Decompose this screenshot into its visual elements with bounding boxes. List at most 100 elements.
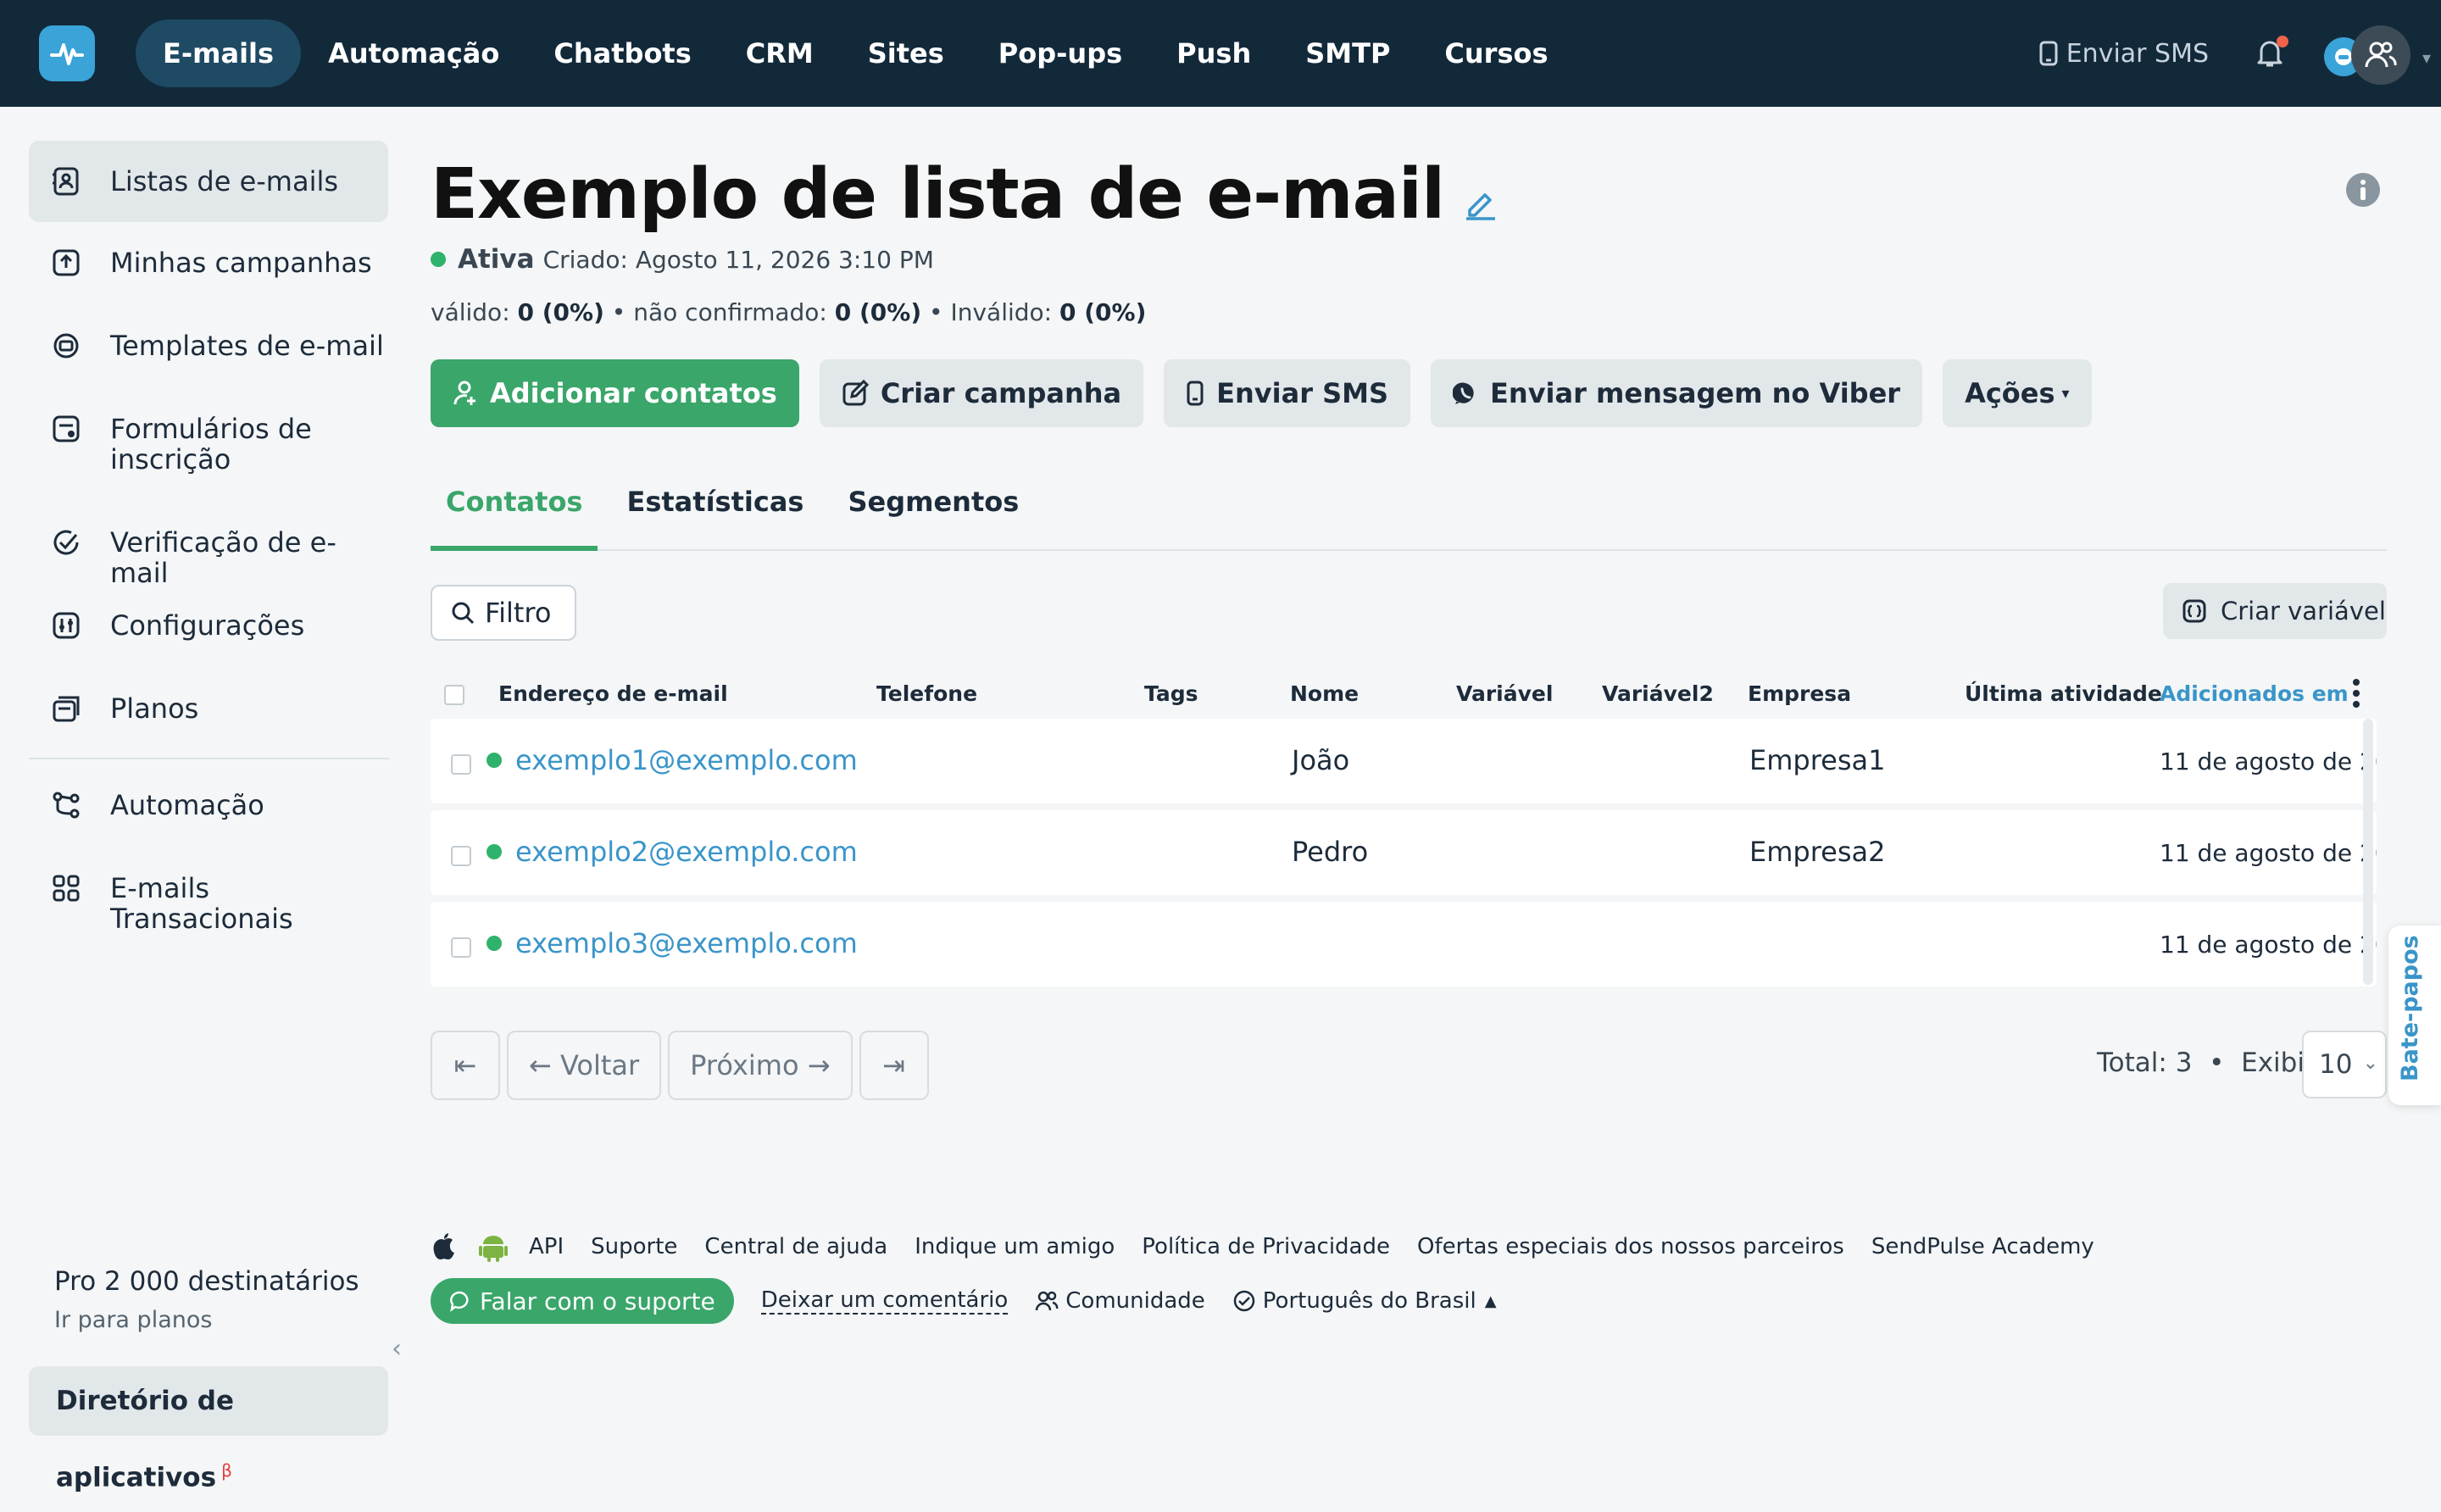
footer-link-support[interactable]: Suporte [591, 1234, 677, 1259]
nav-popups[interactable]: Pop-ups [971, 19, 1149, 87]
contact-email[interactable]: exemplo2@exemplo.com [487, 836, 858, 868]
col-last-activity[interactable]: Última atividade [1965, 681, 2162, 706]
sidebar-item-label: Automação [110, 789, 264, 821]
table-row[interactable]: exemplo3@exemplo.com 11 de agosto de 202… [431, 902, 2377, 987]
nav-automation[interactable]: Automação [301, 19, 526, 87]
sidebar-item-automation[interactable]: Automação [29, 790, 388, 820]
support-chat-button[interactable]: Falar com o suporte [431, 1278, 734, 1324]
col-company[interactable]: Empresa [1748, 681, 1851, 706]
notifications-bell[interactable] [2256, 36, 2288, 68]
status-dot [487, 936, 502, 951]
send-sms-link[interactable]: Enviar SMS [2039, 39, 2209, 69]
per-page-select[interactable]: 10 ⌄ [2302, 1031, 2387, 1098]
select-all-checkbox[interactable] [444, 685, 464, 705]
sidebar-item-settings[interactable]: Configurações [29, 610, 388, 641]
chat-tab[interactable]: Bate-papos [2388, 926, 2441, 1105]
sidebar-item-forms[interactable]: Formulários de inscrição [29, 414, 351, 475]
table-scrollbar[interactable] [2363, 719, 2373, 985]
tab-segments[interactable]: Segmentos [832, 478, 1034, 551]
col-name[interactable]: Nome [1290, 681, 1359, 706]
app-directory-button[interactable]: Diretório de aplicativos β [29, 1366, 388, 1493]
nav-crm[interactable]: CRM [719, 19, 841, 87]
more-vertical-icon[interactable] [2351, 678, 2361, 709]
pencil-icon[interactable] [1463, 186, 1497, 220]
create-variable-button[interactable]: Criar variável [2163, 583, 2387, 639]
status-badge: Ativa [458, 244, 535, 275]
chevron-down-icon: ▾ [2061, 384, 2070, 403]
footer-link-help[interactable]: Central de ajuda [704, 1234, 887, 1259]
tab-contacts[interactable]: Contatos [431, 478, 598, 551]
footer-link-api[interactable]: API [529, 1234, 564, 1259]
table-row[interactable]: exemplo1@exemplo.com João Empresa1 11 de… [431, 719, 2377, 803]
sidebar-item-label: E-mails Transacionais [110, 872, 293, 935]
nav-chatbots[interactable]: Chatbots [526, 19, 718, 87]
nav-courses[interactable]: Cursos [1417, 19, 1575, 87]
collapse-sidebar-icon[interactable]: ‹ [392, 1334, 402, 1364]
nav-emails[interactable]: E-mails [136, 19, 302, 87]
sidebar-item-campaigns[interactable]: Minhas campanhas [29, 247, 388, 278]
footer-link-academy[interactable]: SendPulse Academy [1871, 1234, 2094, 1259]
app-directory-label: Diretório de aplicativos [56, 1386, 235, 1493]
col-variable2[interactable]: Variável2 [1602, 681, 1714, 706]
sendpulse-logo[interactable] [39, 25, 95, 81]
community-link[interactable]: Comunidade [1035, 1288, 1205, 1314]
first-page-button[interactable]: ⇤ [431, 1031, 500, 1100]
account-menu[interactable]: ▾ [2324, 22, 2431, 85]
go-to-plans-link[interactable]: Ir para planos [54, 1307, 212, 1333]
add-user-icon [453, 381, 475, 405]
chevron-down-icon: ⌄ [2362, 1053, 2378, 1074]
android-icon[interactable] [478, 1231, 509, 1263]
footer-link-referral[interactable]: Indique um amigo [915, 1234, 1115, 1259]
last-page-button[interactable]: ⇥ [859, 1031, 929, 1100]
sidebar-item-plans[interactable]: Planos [29, 693, 388, 724]
leave-comment-link[interactable]: Deixar um comentário [760, 1287, 1009, 1315]
grid-icon [53, 875, 80, 902]
sidebar-item-label: Planos [110, 692, 199, 725]
send-viber-button[interactable]: Enviar mensagem no Viber [1431, 359, 1923, 427]
info-icon[interactable] [2344, 171, 2382, 208]
contact-email[interactable]: exemplo1@exemplo.com [487, 744, 858, 776]
filter-button[interactable]: Filtro [431, 585, 576, 641]
pagination: ⇤ ← Voltar Próximo → ⇥ [431, 1031, 936, 1100]
add-contacts-button[interactable]: Adicionar contatos [431, 359, 799, 427]
email-text: exemplo3@exemplo.com [515, 927, 858, 959]
viber-icon [1453, 382, 1474, 404]
sidebar-item-verification[interactable]: Verificação de e-mail [29, 527, 388, 588]
row-checkbox[interactable] [451, 754, 471, 775]
col-variable[interactable]: Variável [1456, 681, 1553, 706]
table-row[interactable]: exemplo2@exemplo.com Pedro Empresa2 11 d… [431, 810, 2377, 895]
nav-push[interactable]: Push [1149, 19, 1278, 87]
language-selector[interactable]: Português do Brasil ▲ [1232, 1288, 1497, 1314]
sidebar-item-label: Configurações [110, 609, 305, 642]
col-added-on[interactable]: Adicionados em [2160, 681, 2349, 706]
row-checkbox[interactable] [451, 937, 471, 958]
nav-smtp[interactable]: SMTP [1278, 19, 1417, 87]
col-tags[interactable]: Tags [1144, 681, 1198, 706]
beta-badge: β [221, 1460, 232, 1481]
nav-sites[interactable]: Sites [841, 19, 971, 87]
tab-statistics[interactable]: Estatísticas [611, 478, 819, 551]
list-status: Ativa Criado: Agosto 11, 2026 3:10 PM [431, 244, 934, 275]
title-row: Exemplo de lista de e-mail [431, 154, 1497, 235]
search-icon [452, 602, 475, 625]
top-nav: E-mails Automação Chatbots CRM Sites Pop… [0, 0, 2441, 107]
apple-icon[interactable] [431, 1231, 458, 1262]
footer-link-privacy[interactable]: Política de Privacidade [1142, 1234, 1390, 1259]
contact-email[interactable]: exemplo3@exemplo.com [487, 927, 858, 959]
invalid-value: 0 (0%) [1059, 298, 1147, 326]
row-checkbox[interactable] [451, 846, 471, 866]
next-page-button[interactable]: Próximo → [668, 1031, 853, 1100]
contact-name: João [1292, 744, 1350, 776]
col-phone[interactable]: Telefone [876, 681, 977, 706]
create-campaign-button[interactable]: Criar campanha [819, 359, 1144, 427]
table-header: Endereço de e-mail Telefone Tags Nome Va… [431, 668, 2382, 720]
caret-up-icon: ▲ [1484, 1292, 1497, 1310]
prev-page-button[interactable]: ← Voltar [507, 1031, 662, 1100]
footer-link-offers[interactable]: Ofertas especiais dos nossos parceiros [1417, 1234, 1844, 1259]
col-email[interactable]: Endereço de e-mail [498, 681, 728, 706]
sidebar-item-transactional[interactable]: E-mails Transacionais [29, 873, 293, 934]
actions-dropdown[interactable]: Ações ▾ [1943, 359, 2092, 427]
sidebar-item-templates[interactable]: Templates de e-mail [29, 331, 388, 361]
send-sms-button[interactable]: Enviar SMS [1164, 359, 1411, 427]
sidebar-item-email-lists[interactable]: Listas de e-mails [29, 141, 388, 222]
